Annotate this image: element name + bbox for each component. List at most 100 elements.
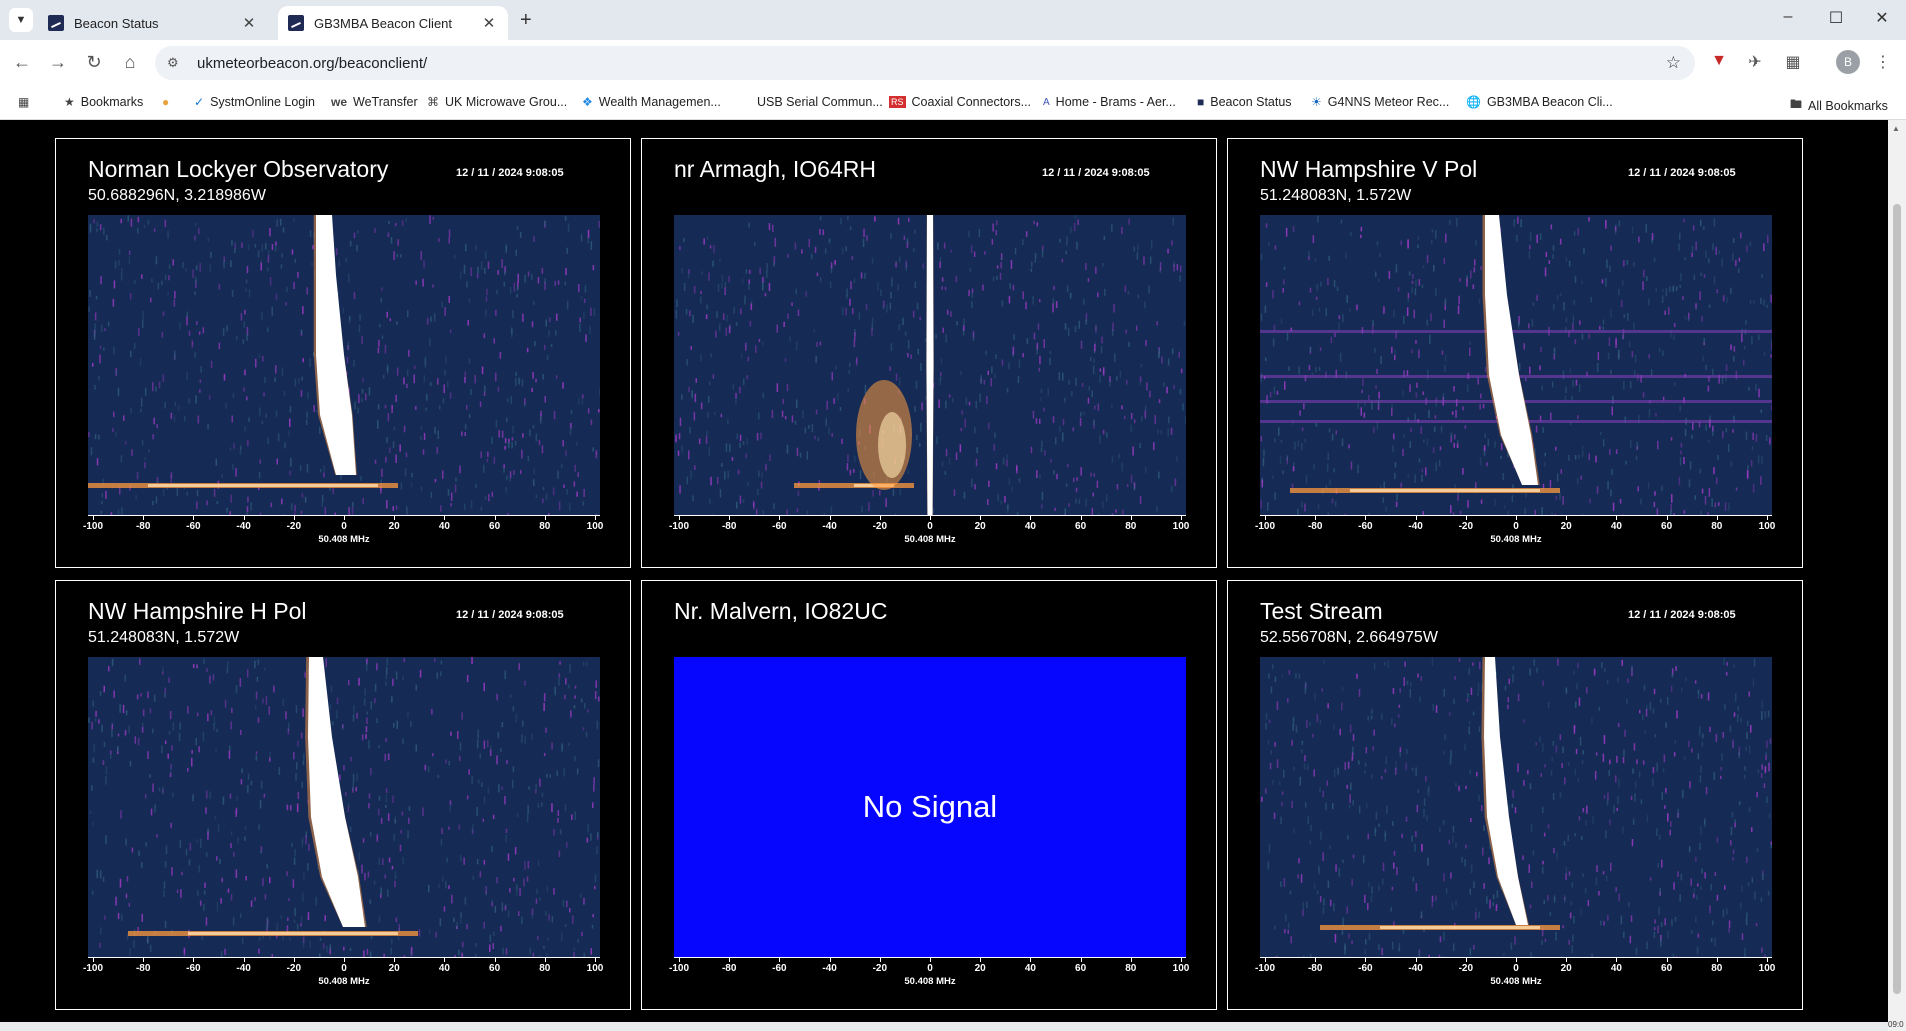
tick-label: 60 <box>489 963 501 974</box>
station-title: Norman Lockyer Observatory <box>88 156 389 182</box>
tick-label: -100 <box>82 521 104 532</box>
axis-tick <box>1265 957 1266 962</box>
bookmark-item[interactable]: ☀ G4NNS Meteor Rec... <box>1311 95 1449 109</box>
tick-label: -80 <box>721 521 737 532</box>
no-signal-message: No Signal <box>674 657 1186 957</box>
bookmark-item[interactable]: ● <box>162 95 175 109</box>
axis-tick <box>1030 515 1032 520</box>
close-icon[interactable]: ✕ <box>480 14 498 32</box>
back-arrow-icon[interactable]: ← <box>10 52 34 73</box>
forward-arrow-icon[interactable]: → <box>46 52 70 73</box>
frequency-axis: -100 -80 -60 -40 -20 0 20 40 60 80 100 50.408 MHz <box>669 957 1189 997</box>
axis-tick <box>1315 957 1317 962</box>
window-close-icon[interactable]: ✕ <box>1862 8 1902 28</box>
spectrogram-image <box>1260 657 1772 957</box>
tick-label: 40 <box>438 963 450 974</box>
bookmark-item[interactable]: ⌘ UK Microwave Grou... <box>427 95 567 109</box>
pocket-extension-icon[interactable]: ▼ <box>1708 52 1730 70</box>
wealth-icon: ❖ <box>582 95 593 109</box>
tick-label: -60 <box>772 963 787 974</box>
bookmark-item[interactable]: ★ Bookmarks <box>64 95 143 109</box>
tick-label: -20 <box>1458 963 1474 974</box>
tab-title: GB3MBA Beacon Client <box>314 15 453 31</box>
bookmark-item[interactable]: 🌐 GB3MBA Beacon Cli... <box>1466 95 1613 109</box>
station-coordinates: 51.248083N, 1.572W <box>88 629 240 646</box>
axis-tick <box>930 957 931 962</box>
bookmark-item[interactable]: ✓ SystmOnline Login <box>194 95 315 109</box>
home-icon[interactable]: ⌂ <box>118 52 142 73</box>
bookmark-item[interactable]: RS Coaxial Connectors... <box>889 95 1031 109</box>
profile-avatar[interactable]: B <box>1836 50 1860 74</box>
spectrogram <box>1260 657 1772 957</box>
tick-label: 40 <box>1024 521 1036 532</box>
tick-label: -100 <box>668 521 690 532</box>
axis-tick <box>1767 515 1768 520</box>
address-bar[interactable]: ⚙ ukmeteorbeacon.org/beaconclient/ ☆ <box>155 46 1695 80</box>
frequency-axis: -100 -80 -60 -40 -20 0 20 40 60 80 100 50.408 MHz <box>1255 957 1775 997</box>
tick-label: -40 <box>822 521 837 532</box>
tab-gb3mba-beacon-client[interactable]: GB3MBA Beacon Client ✕ <box>278 6 508 40</box>
extensions-puzzle-icon[interactable]: ▦ <box>1782 52 1804 72</box>
tick-label: 20 <box>1560 521 1572 532</box>
close-icon[interactable]: ✕ <box>240 14 258 32</box>
station-panel-norman: Norman Lockyer Observatory 50.688296N, 3… <box>55 138 631 568</box>
new-tab-button[interactable]: + <box>520 9 532 32</box>
scroll-up-arrow-icon[interactable]: ▲ <box>1892 124 1900 133</box>
tick-label: -40 <box>1408 963 1423 974</box>
extension-icon[interactable]: ✈ <box>1744 52 1766 72</box>
axis-tick <box>293 515 295 520</box>
axis-tick <box>1716 515 1718 520</box>
axis-tick <box>494 515 496 520</box>
tick-label: 60 <box>1661 963 1673 974</box>
chrome-icon: ● <box>162 95 170 109</box>
tab-search-button[interactable]: ▼ <box>9 8 33 32</box>
spectrogram <box>1260 215 1772 515</box>
page-scrollbar[interactable]: ▲ ▼ <box>1888 120 1906 1031</box>
axis-tick <box>444 957 446 962</box>
kebab-menu-icon[interactable]: ⋮ <box>1872 52 1894 72</box>
axis-tick <box>1516 515 1517 520</box>
bookmark-item[interactable]: A Home - Brams - Aer... <box>1043 95 1176 109</box>
bookmark-item[interactable]: ■ Beacon Status <box>1197 95 1292 109</box>
tick-label: 40 <box>1024 963 1036 974</box>
minimize-icon[interactable]: – <box>1768 8 1808 26</box>
axis-tick <box>193 515 195 520</box>
bookmark-item[interactable]: USB Serial Commun... <box>757 95 883 109</box>
tick-label: 0 <box>1513 963 1519 974</box>
axis-tick <box>293 957 295 962</box>
bookmark-star-icon[interactable]: ☆ <box>1666 53 1681 73</box>
station-timestamp: 12 / 11 / 2024 9:08:05 <box>456 609 564 621</box>
reload-icon[interactable]: ↻ <box>82 52 106 73</box>
maximize-icon[interactable]: ☐ <box>1816 8 1856 28</box>
axis-tick <box>1767 957 1768 962</box>
frequency-axis: -100 -80 -60 -40 -20 0 20 40 60 80 100 50.408 MHz <box>669 515 1189 555</box>
tick-label: 40 <box>1610 963 1622 974</box>
tick-label: 0 <box>1513 521 1519 532</box>
bookmark-item[interactable]: ❖ Wealth Managemen... <box>582 95 721 109</box>
axis-tick <box>779 957 781 962</box>
tick-label: -20 <box>872 963 888 974</box>
tick-label: 20 <box>974 521 986 532</box>
taskbar-clock: 09:0 <box>1888 1020 1906 1031</box>
browser-toolbar: ← → ↻ ⌂ ⚙ ukmeteorbeacon.org/beaconclien… <box>0 40 1906 86</box>
tick-label: -100 <box>1254 521 1276 532</box>
tick-label: -20 <box>286 963 302 974</box>
rs-icon: RS <box>889 96 906 108</box>
scroll-thumb[interactable] <box>1893 204 1901 994</box>
apps-grid-icon[interactable]: ▦ <box>18 95 35 109</box>
tab-beacon-status[interactable]: Beacon Status ✕ <box>38 6 268 40</box>
spectrogram-image <box>88 657 600 957</box>
axis-tick <box>544 515 546 520</box>
frequency-axis: -100 -80 -60 -40 -20 0 20 40 60 80 100 50.408 MHz <box>1255 515 1775 555</box>
axis-tick <box>193 957 195 962</box>
axis-tick <box>1666 515 1668 520</box>
axis-tick <box>595 515 596 520</box>
tick-label: 100 <box>1172 521 1190 532</box>
tick-label: 100 <box>1758 521 1776 532</box>
site-info-icon[interactable]: ⚙ <box>167 55 183 71</box>
bookmark-item[interactable]: we WeTransfer <box>331 95 418 109</box>
tick-label: -100 <box>82 963 104 974</box>
all-bookmarks-button[interactable]: 🖿 All Bookmarks <box>1790 95 1888 116</box>
station-title: NW Hampshire H Pol <box>88 598 307 624</box>
axis-tick <box>1080 957 1082 962</box>
